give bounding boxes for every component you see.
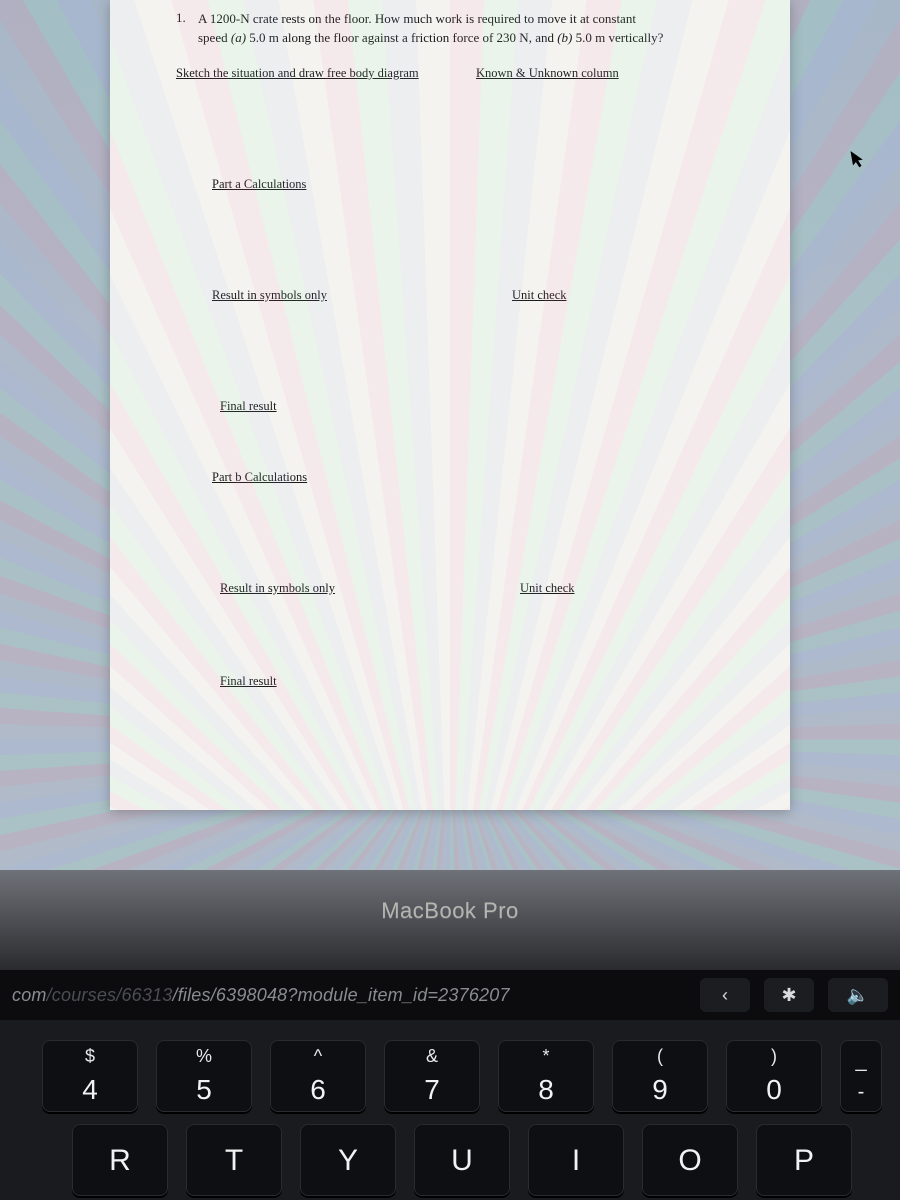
heading-part-a-calc: Part a Calculations <box>212 177 306 191</box>
question-number: 1. <box>176 10 198 48</box>
keyboard-row-letters: RTYUIOP <box>0 1118 900 1200</box>
key-bottom: 5 <box>156 1074 252 1106</box>
question-line2a: speed <box>198 30 231 45</box>
row-part-b-calc: Part b Calculations <box>176 470 750 485</box>
heading-unit-check-a: Unit check <box>512 288 567 302</box>
document-page[interactable]: 1. A 1200-N crate rests on the floor. Ho… <box>110 0 790 810</box>
keyboard-row-numbers: $4%5^6&7*8(9)0_- <box>0 1034 900 1118</box>
key-bottom: R <box>72 1144 168 1178</box>
row-final-a: Final result <box>176 399 750 414</box>
key-top: ) <box>726 1046 822 1067</box>
heading-unit-check-b: Unit check <box>520 581 575 595</box>
row-final-b: Final result <box>176 674 750 689</box>
url-seg-2: /courses/66313 <box>47 985 173 1005</box>
row-result-a: Result in symbols only Unit check <box>176 288 750 303</box>
key-bottom: 8 <box>498 1074 594 1106</box>
question-line1: A 1200-N crate rests on the floor. How m… <box>198 11 636 26</box>
key-bottom: - <box>840 1081 882 1104</box>
key-top: ( <box>612 1046 708 1067</box>
question-line2c: 5.0 m vertically? <box>572 30 663 45</box>
key-top: * <box>498 1046 594 1067</box>
key-bottom: 0 <box>726 1074 822 1106</box>
key-top: $ <box>42 1046 138 1067</box>
key-bottom: 9 <box>612 1074 708 1106</box>
key-Y[interactable]: Y <box>300 1124 396 1196</box>
heading-known: Known & Unknown column <box>476 66 619 80</box>
url-seg-3: /files/6398048?module_item_id=2376207 <box>173 985 510 1005</box>
key-4[interactable]: $4 <box>42 1040 138 1112</box>
heading-final-result-a: Final result <box>220 399 277 413</box>
heading-final-result-b: Final result <box>220 674 277 688</box>
key-T[interactable]: T <box>186 1124 282 1196</box>
row-part-a-calc: Part a Calculations <box>176 177 750 192</box>
touchbar-brightness-button[interactable]: ✱ <box>764 978 814 1012</box>
key-P[interactable]: P <box>756 1124 852 1196</box>
volume-icon: 🔈 <box>847 985 869 1006</box>
chevron-left-icon: ‹ <box>722 985 728 1006</box>
touch-bar[interactable]: com/courses/66313/files/6398048?module_i… <box>0 970 900 1020</box>
row-sketch-known: Sketch the situation and draw free body … <box>176 66 750 81</box>
row-result-b: Result in symbols only Unit check <box>176 581 750 596</box>
key-bottom: O <box>642 1144 738 1178</box>
key-top: & <box>384 1046 480 1067</box>
key-9[interactable]: (9 <box>612 1040 708 1112</box>
part-b-label: (b) <box>557 30 572 45</box>
heading-part-b-calc: Part b Calculations <box>212 470 307 484</box>
touchbar-volume-button[interactable]: 🔈 <box>828 978 888 1012</box>
key-minus[interactable]: _- <box>840 1040 882 1112</box>
heading-result-symbols-a: Result in symbols only <box>212 288 327 302</box>
key-0[interactable]: )0 <box>726 1040 822 1112</box>
key-top: ^ <box>270 1046 366 1067</box>
key-6[interactable]: ^6 <box>270 1040 366 1112</box>
key-I[interactable]: I <box>528 1124 624 1196</box>
brightness-icon: ✱ <box>781 985 796 1006</box>
laptop-screen: 1. A 1200-N crate rests on the floor. Ho… <box>0 0 900 870</box>
key-top: _ <box>840 1050 882 1073</box>
key-bottom: U <box>414 1144 510 1178</box>
heading-result-symbols-b: Result in symbols only <box>220 581 335 595</box>
key-bottom: 6 <box>270 1074 366 1106</box>
heading-sketch: Sketch the situation and draw free body … <box>176 66 419 80</box>
question-line2b: 5.0 m along the floor against a friction… <box>246 30 557 45</box>
touchbar-url[interactable]: com/courses/66313/files/6398048?module_i… <box>12 985 510 1006</box>
key-bottom: P <box>756 1144 852 1178</box>
key-top: % <box>156 1046 252 1067</box>
question-text: A 1200-N crate rests on the floor. How m… <box>198 10 663 48</box>
key-U[interactable]: U <box>414 1124 510 1196</box>
key-7[interactable]: &7 <box>384 1040 480 1112</box>
key-8[interactable]: *8 <box>498 1040 594 1112</box>
url-seg-1: com <box>12 985 47 1005</box>
part-a-label: (a) <box>231 30 246 45</box>
key-R[interactable]: R <box>72 1124 168 1196</box>
laptop-bezel: MacBook Pro <box>0 870 900 970</box>
key-bottom: Y <box>300 1144 396 1178</box>
key-bottom: T <box>186 1144 282 1178</box>
key-O[interactable]: O <box>642 1124 738 1196</box>
key-bottom: 7 <box>384 1074 480 1106</box>
touchbar-back-button[interactable]: ‹ <box>700 978 750 1012</box>
key-5[interactable]: %5 <box>156 1040 252 1112</box>
question-block: 1. A 1200-N crate rests on the floor. Ho… <box>176 10 750 48</box>
cursor-icon <box>851 149 868 169</box>
key-bottom: 4 <box>42 1074 138 1106</box>
key-bottom: I <box>528 1144 624 1178</box>
keyboard: $4%5^6&7*8(9)0_- RTYUIOP <box>0 1020 900 1200</box>
macbook-label: MacBook Pro <box>0 870 900 924</box>
